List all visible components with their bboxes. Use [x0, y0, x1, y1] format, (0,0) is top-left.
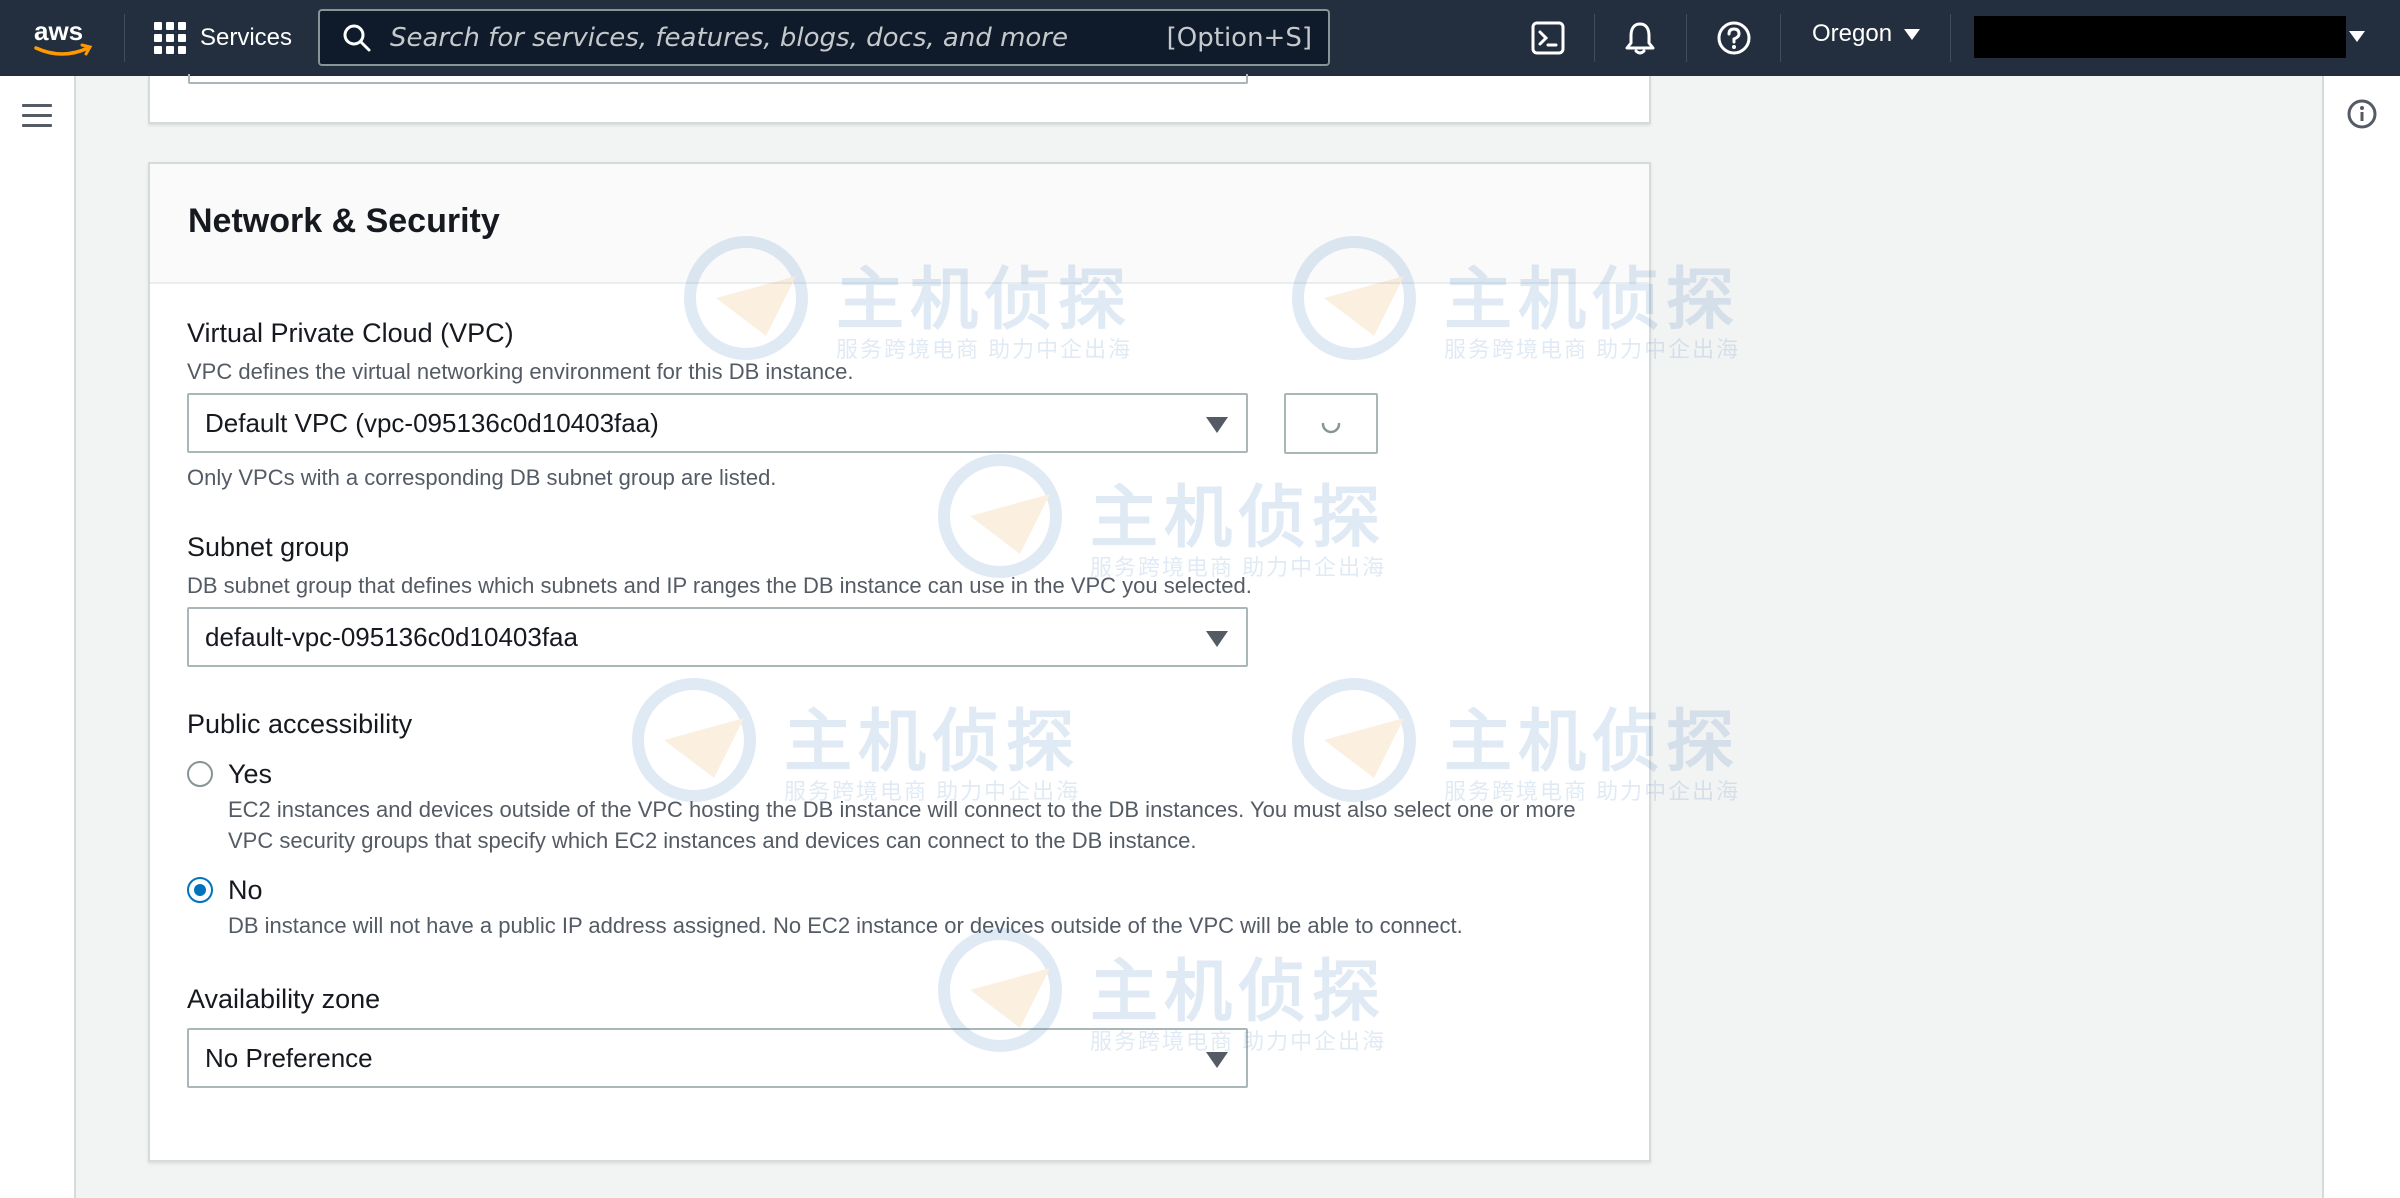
subnet-group-label: Subnet group [187, 532, 350, 562]
subnet-group-description: DB subnet group that defines which subne… [187, 573, 1252, 598]
search-shortcut-hint: [Option+S] [1166, 22, 1312, 53]
public-access-yes-label[interactable]: Yes [228, 759, 272, 790]
nav-divider [1950, 14, 1951, 62]
nav-divider [1780, 14, 1781, 62]
public-accessibility-label: Public accessibility [187, 709, 413, 739]
hamburger-menu-icon[interactable] [22, 104, 52, 128]
caret-down-icon [1206, 417, 1228, 433]
subnet-group-select[interactable]: default-vpc-095136c0d10403faa [187, 607, 1248, 667]
aws-logo-icon[interactable]: aws [32, 14, 94, 60]
cloudshell-icon[interactable] [1528, 18, 1568, 58]
vpc-select-value: Default VPC (vpc-095136c0d10403faa) [205, 407, 659, 438]
search-bar[interactable]: [Option+S] [318, 9, 1330, 66]
caret-down-icon [1206, 1052, 1228, 1068]
left-navigation-rail [0, 76, 76, 1198]
caret-down-icon [1206, 631, 1228, 647]
right-tools-rail [2322, 76, 2400, 1198]
region-label: Oregon [1812, 20, 1893, 47]
search-icon [343, 24, 371, 51]
caret-down-icon [1904, 28, 1921, 40]
nav-divider [124, 14, 125, 62]
account-menu-redacted[interactable] [1974, 16, 2346, 58]
subnet-group-select-value: default-vpc-095136c0d10403faa [205, 621, 578, 652]
help-icon[interactable] [1714, 18, 1754, 58]
nav-divider [1594, 14, 1595, 62]
region-selector[interactable]: Oregon [1812, 20, 1921, 48]
vpc-hint: Only VPCs with a corresponding DB subnet… [187, 465, 777, 490]
search-input[interactable] [390, 22, 1167, 53]
availability-zone-label: Availability zone [187, 984, 381, 1014]
info-icon[interactable] [2346, 98, 2378, 130]
public-access-no-description: DB instance will not have a public IP ad… [228, 913, 1463, 938]
vpc-select[interactable]: Default VPC (vpc-095136c0d10403faa) [187, 393, 1248, 453]
vpc-description: VPC defines the virtual networking envir… [187, 359, 854, 384]
services-menu-button[interactable]: Services [154, 18, 292, 58]
public-access-yes-description: EC2 instances and devices outside of the… [228, 797, 1576, 853]
availability-zone-select-value: No Preference [205, 1042, 373, 1073]
svg-text:aws: aws [34, 16, 83, 46]
loading-spinner-icon [1321, 422, 1341, 433]
nav-divider [1686, 14, 1687, 62]
public-access-yes-radio[interactable] [187, 761, 213, 787]
vpc-label: Virtual Private Cloud (VPC) [187, 318, 514, 348]
previous-field-input[interactable] [188, 74, 1248, 84]
services-label: Services [200, 24, 293, 51]
grid-icon [154, 22, 186, 54]
notifications-bell-icon[interactable] [1620, 18, 1660, 58]
public-access-no-label[interactable]: No [228, 875, 263, 906]
section-title: Network & Security [188, 202, 500, 240]
caret-down-icon[interactable] [2349, 31, 2365, 42]
public-access-no-radio[interactable] [187, 877, 213, 903]
previous-section-container [148, 74, 1651, 124]
availability-zone-select[interactable]: No Preference [187, 1028, 1248, 1088]
refresh-vpc-button[interactable] [1284, 393, 1378, 454]
top-navigation: aws Services [Option+S] Oregon [0, 0, 2400, 76]
